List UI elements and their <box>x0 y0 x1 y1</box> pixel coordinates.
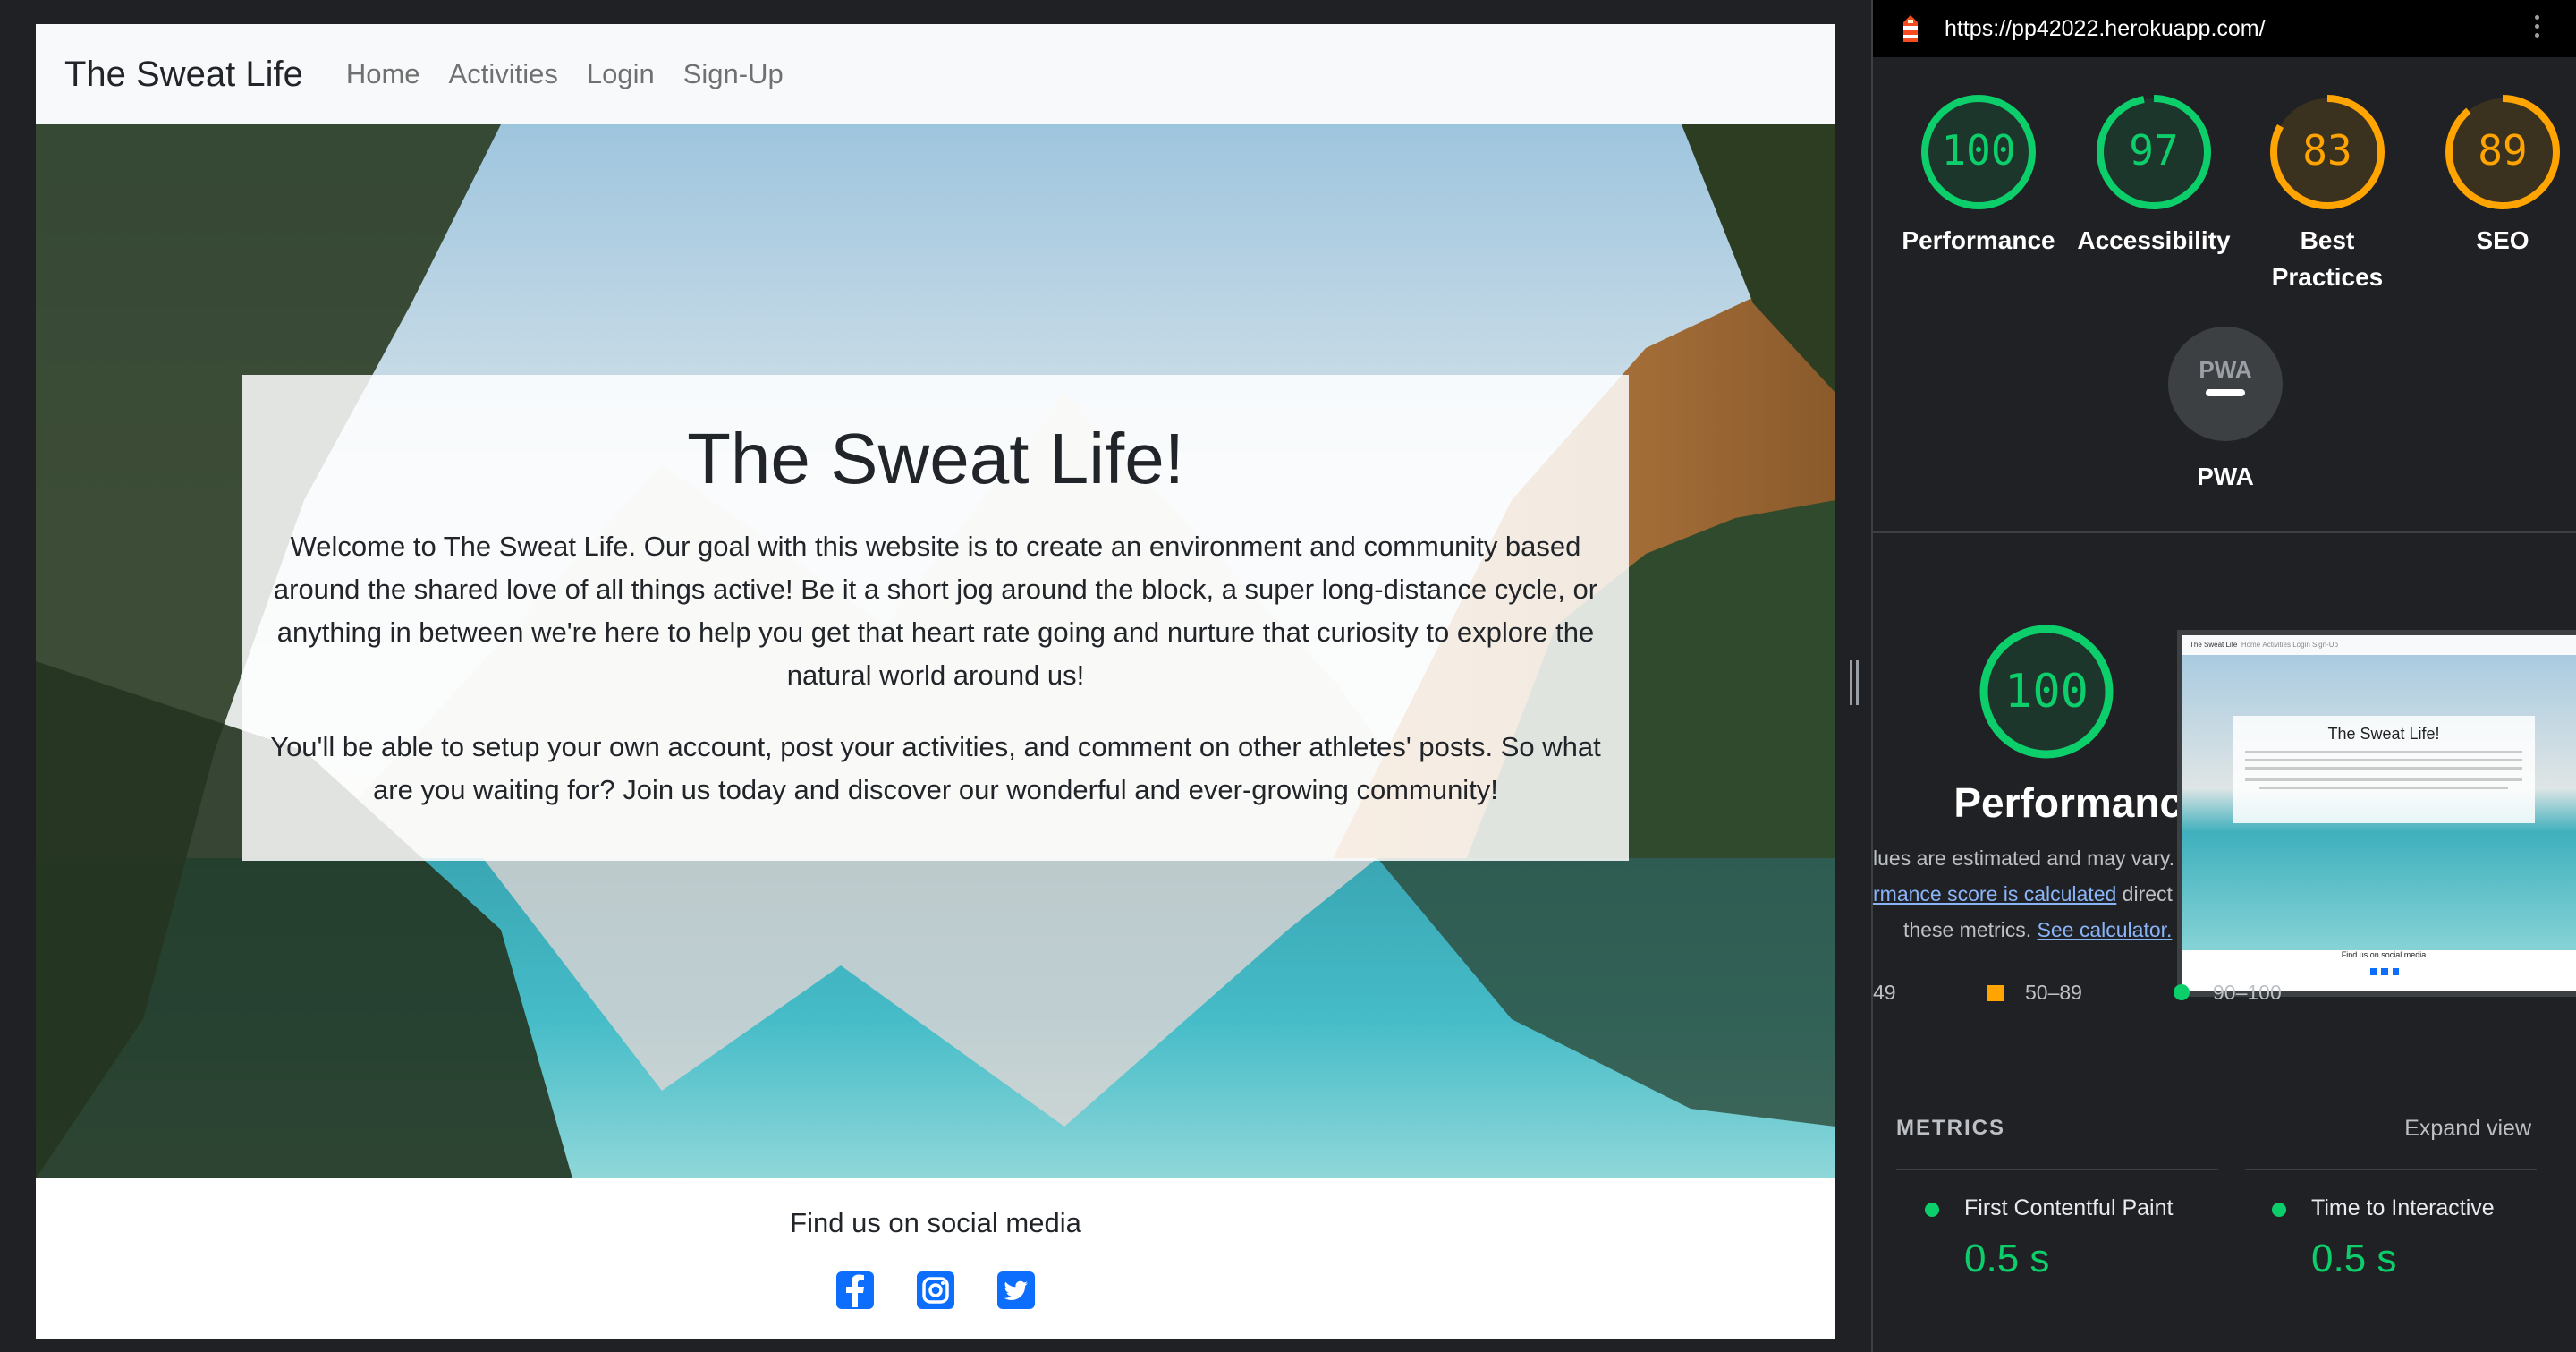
social-links <box>36 1271 1835 1309</box>
gauge-ring: 89 <box>2445 95 2560 209</box>
nav-home[interactable]: Home <box>346 58 420 90</box>
metric-value: 0.5 s <box>2311 1237 2397 1280</box>
svg-text:PWA: PWA <box>2199 356 2251 383</box>
website-viewport: The Sweat Life Home Activities Login Sig… <box>36 24 1835 1339</box>
section-divider <box>1873 531 2576 533</box>
lighthouse-topbar: https://pp42022.herokuapp.com/ <box>1873 0 2576 57</box>
hero-section: The Sweat Life! Welcome to The Sweat Lif… <box>36 124 1835 1178</box>
legend-high-circle-icon <box>2174 984 2190 1000</box>
performance-note-1: lues are estimated and may vary. <box>1873 846 2175 870</box>
hero-cta-paragraph: You'll be able to setup your own account… <box>270 731 1601 805</box>
performance-note-2: rmance score is calculated direct <box>1873 882 2173 906</box>
more-options-icon[interactable] <box>2533 13 2540 45</box>
legend-mid-square-icon <box>1987 985 2004 1001</box>
gauge-score: 97 <box>2129 126 2178 174</box>
splitter-drag-handle[interactable] <box>1850 660 1859 705</box>
expand-view-button[interactable]: Expand view <box>2404 1116 2531 1142</box>
see-calculator-link[interactable]: See calculator. <box>2038 918 2173 941</box>
thumb-navbar: The Sweat Life Home Activities Login Sig… <box>2182 635 2576 655</box>
panel-splitter <box>1835 0 1871 1352</box>
report-url[interactable]: https://pp42022.herokuapp.com/ <box>1945 16 2266 42</box>
score-legend: 49 50–89 90–100 <box>1873 981 2576 1011</box>
nav-signup[interactable]: Sign-Up <box>683 58 784 90</box>
gauge-label: Accessibility <box>2077 226 2231 254</box>
gauge-seo[interactable]: 89 SEO <box>2413 91 2576 259</box>
gauge-score: 100 <box>1941 126 2015 174</box>
gauge-label: SEO <box>2476 226 2529 254</box>
page-screenshot-thumbnail[interactable]: The Sweat Life Home Activities Login Sig… <box>2182 635 2576 991</box>
thumb-footer-text: Find us on social media <box>2341 950 2427 959</box>
gauge-performance[interactable]: 100 Performance <box>1889 91 2068 259</box>
gauge-best-practices[interactable]: 83 Best Practices <box>2238 91 2417 295</box>
gauge-label: Performance <box>1902 226 2055 254</box>
facebook-icon[interactable] <box>836 1271 874 1309</box>
performance-note-3: these metrics. See calculator. <box>1903 918 2173 941</box>
nav-activities[interactable]: Activities <box>449 58 558 90</box>
pass-dot-icon <box>1925 1203 1939 1217</box>
metrics-heading: METRICS <box>1896 1116 2005 1140</box>
gauge-ring: 100 <box>1921 95 2036 209</box>
lighthouse-logo-icon <box>1903 15 1918 42</box>
gauge-score: 83 <box>2302 126 2351 174</box>
pass-dot-icon <box>2272 1203 2286 1217</box>
metric-name: First Contentful Paint <box>1964 1195 2174 1220</box>
nav-login[interactable]: Login <box>587 58 655 90</box>
performance-big-score: 100 <box>2004 665 2089 719</box>
gauge-label: PWA <box>2197 463 2254 490</box>
metric-divider <box>1896 1169 2218 1170</box>
legend-high-label: 90–100 <box>2213 981 2282 1004</box>
gauge-pwa[interactable]: PWA PWA <box>2136 326 2315 495</box>
footer-text: Find us on social media <box>790 1207 1081 1238</box>
metric-value: 0.5 s <box>1964 1237 2050 1280</box>
hero-title: The Sweat Life! <box>687 419 1184 498</box>
hero-card: The Sweat Life! Welcome to The Sweat Lif… <box>242 375 1629 861</box>
site-navbar: The Sweat Life Home Activities Login Sig… <box>36 24 1835 124</box>
gauge-label: Best Practices <box>2271 226 2384 291</box>
twitter-icon[interactable] <box>997 1271 1035 1309</box>
pwa-badge-icon: PWA <box>2168 327 2283 441</box>
hero-intro-paragraph: Welcome to The Sweat Life. Our goal with… <box>273 531 1598 691</box>
legend-mid-label: 50–89 <box>2025 981 2082 1004</box>
thumb-social-icons <box>2370 968 2399 975</box>
lighthouse-panel: https://pp42022.herokuapp.com/ 100 Perfo… <box>1871 0 2576 1352</box>
site-brand[interactable]: The Sweat Life <box>64 55 303 95</box>
instagram-icon[interactable] <box>917 1271 954 1309</box>
metric-divider <box>2245 1169 2537 1170</box>
gauge-ring: 97 <box>2097 95 2211 209</box>
score-calculated-link[interactable]: rmance score is calculated <box>1873 882 2116 906</box>
site-footer: Find us on social media <box>36 1178 1835 1339</box>
gauge-ring: 83 <box>2270 95 2385 209</box>
gauge-score: 89 <box>2478 126 2527 174</box>
metric-name: Time to Interactive <box>2311 1195 2495 1220</box>
performance-big-gauge: 100 <box>1978 623 2115 765</box>
thumb-hero-card: The Sweat Life! <box>2233 716 2535 823</box>
gauge-accessibility[interactable]: 97 Accessibility <box>2064 91 2243 259</box>
legend-low-label: 49 <box>1873 981 1896 1004</box>
